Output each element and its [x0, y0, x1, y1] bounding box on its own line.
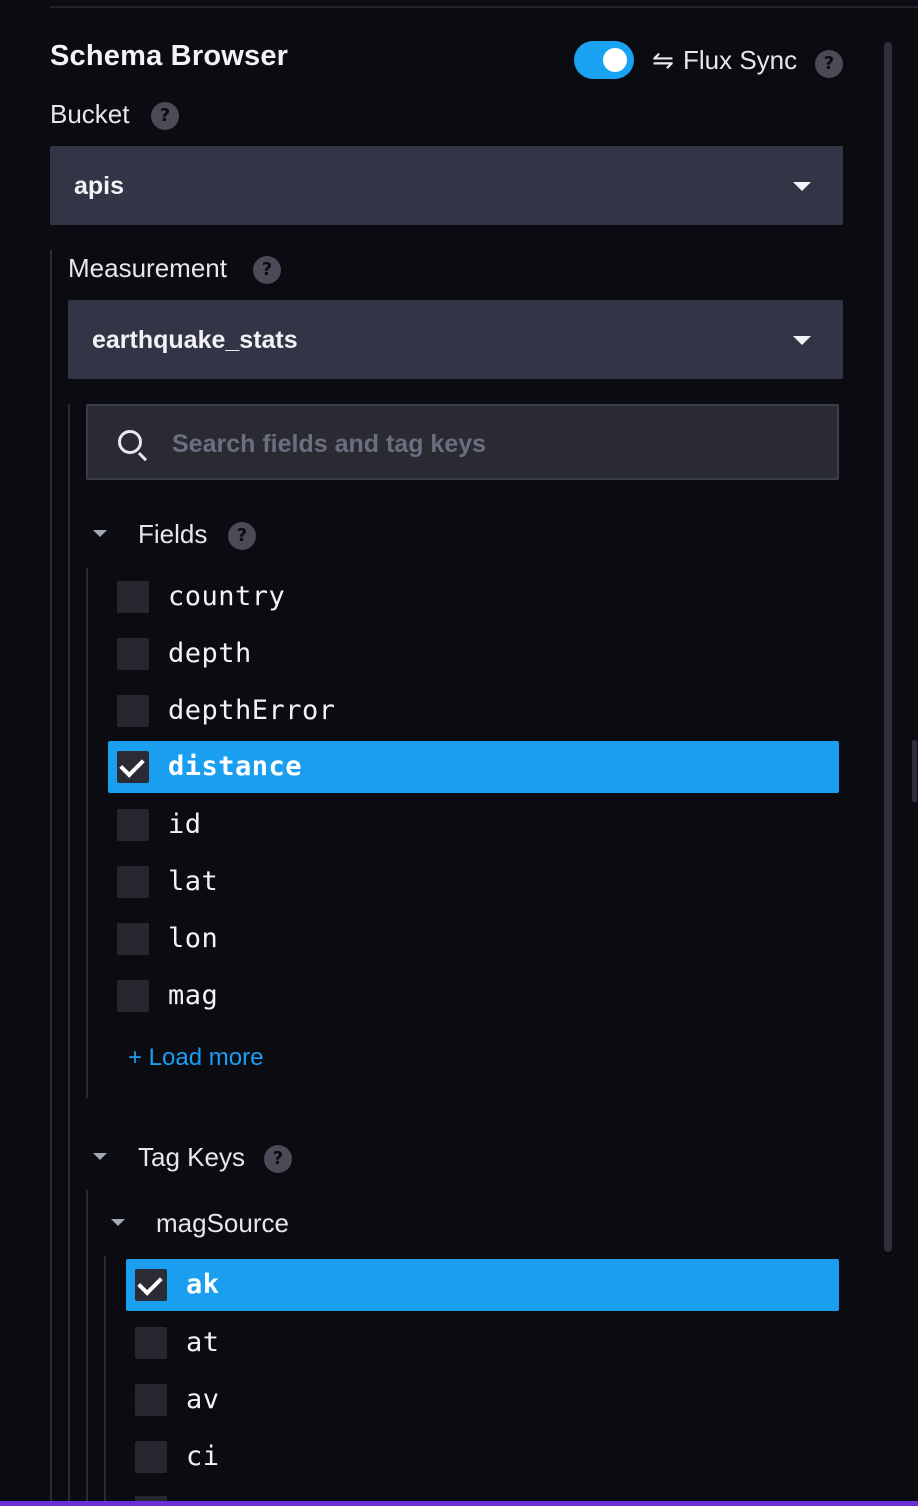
flux-sync-help-icon[interactable]: ?	[815, 50, 843, 78]
tree-guide-line	[50, 250, 52, 1506]
tag-value-item-ci[interactable]: ci	[126, 1431, 839, 1483]
checkbox[interactable]	[135, 1441, 167, 1473]
fields-help-icon[interactable]: ?	[228, 522, 256, 550]
field-item-mag[interactable]: mag	[108, 970, 839, 1022]
field-label: lat	[168, 866, 219, 897]
tag-key-name[interactable]: magSource	[156, 1208, 289, 1239]
tag-value-label: ci	[186, 1441, 220, 1472]
field-label: country	[168, 581, 286, 612]
top-divider	[50, 6, 918, 8]
field-label: lon	[168, 923, 219, 954]
field-label: depthError	[168, 695, 336, 726]
checkbox[interactable]	[117, 695, 149, 727]
checkmark-icon	[137, 1270, 163, 1296]
flux-sync-toggle[interactable]	[574, 41, 634, 79]
tag-value-item-at[interactable]: at	[126, 1317, 839, 1369]
checkbox[interactable]	[117, 809, 149, 841]
checkbox-checked[interactable]	[117, 751, 149, 783]
bottom-edge	[0, 1501, 918, 1506]
field-item-country[interactable]: country	[108, 571, 839, 623]
measurement-label: Measurement	[68, 253, 227, 283]
field-label: mag	[168, 980, 219, 1011]
search-box[interactable]	[86, 404, 839, 480]
flux-sync-label: Flux Sync	[683, 45, 798, 75]
chevron-down-icon	[793, 336, 811, 345]
field-item-lon[interactable]: lon	[108, 913, 839, 965]
checkbox[interactable]	[135, 1327, 167, 1359]
scrollbar-thumb[interactable]	[884, 42, 892, 1252]
checkbox[interactable]	[117, 980, 149, 1012]
checkbox[interactable]	[117, 638, 149, 670]
checkbox[interactable]	[135, 1384, 167, 1416]
measurement-dropdown[interactable]: earthquake_stats	[68, 300, 843, 379]
toggle-knob	[603, 48, 627, 72]
bucket-help-icon[interactable]: ?	[151, 102, 179, 130]
fields-collapse-caret-icon[interactable]	[93, 530, 107, 537]
tag-keys-help-icon[interactable]: ?	[264, 1145, 292, 1173]
tag-value-label: at	[186, 1327, 220, 1358]
search-input[interactable]	[170, 424, 814, 464]
checkbox[interactable]	[117, 581, 149, 613]
chevron-down-icon	[793, 182, 811, 191]
search-icon	[118, 430, 142, 454]
checkbox[interactable]	[117, 923, 149, 955]
checkmark-icon	[119, 752, 145, 778]
fields-section-title[interactable]: Fields	[138, 519, 207, 550]
bucket-selected-value: apis	[74, 172, 125, 200]
tag-value-item-ak[interactable]: ak	[126, 1259, 839, 1311]
bucket-label: Bucket	[50, 99, 130, 129]
tag-value-label: ak	[186, 1269, 220, 1300]
tag-value-label: av	[186, 1384, 220, 1415]
panel-title: Schema Browser	[50, 40, 289, 72]
tree-guide-line	[68, 404, 70, 1506]
tree-guide-line	[104, 1256, 106, 1506]
bucket-dropdown[interactable]: apis	[50, 146, 843, 225]
measurement-selected-value: earthquake_stats	[92, 326, 298, 354]
measurement-help-icon[interactable]: ?	[253, 256, 281, 284]
load-more-link[interactable]: + Load more	[128, 1044, 263, 1072]
tag-key-collapse-caret-icon[interactable]	[111, 1219, 125, 1226]
field-label: depth	[168, 638, 252, 669]
outer-scrollbar[interactable]	[912, 740, 917, 802]
field-label: id	[168, 809, 202, 840]
field-label: distance	[168, 751, 303, 782]
tag-keys-section-title[interactable]: Tag Keys	[138, 1142, 245, 1173]
tree-guide-line	[86, 1190, 88, 1506]
checkbox-checked[interactable]	[135, 1269, 167, 1301]
field-item-id[interactable]: id	[108, 799, 839, 851]
tree-guide-line	[86, 568, 88, 1098]
checkbox[interactable]	[117, 866, 149, 898]
field-item-deptherror[interactable]: depthError	[108, 685, 839, 737]
field-item-lat[interactable]: lat	[108, 856, 839, 908]
field-item-distance[interactable]: distance	[108, 741, 839, 793]
tag-value-item-av[interactable]: av	[126, 1374, 839, 1426]
field-item-depth[interactable]: depth	[108, 628, 839, 680]
tag-keys-collapse-caret-icon[interactable]	[93, 1153, 107, 1160]
sync-arrows-icon: ⇋	[652, 46, 674, 76]
